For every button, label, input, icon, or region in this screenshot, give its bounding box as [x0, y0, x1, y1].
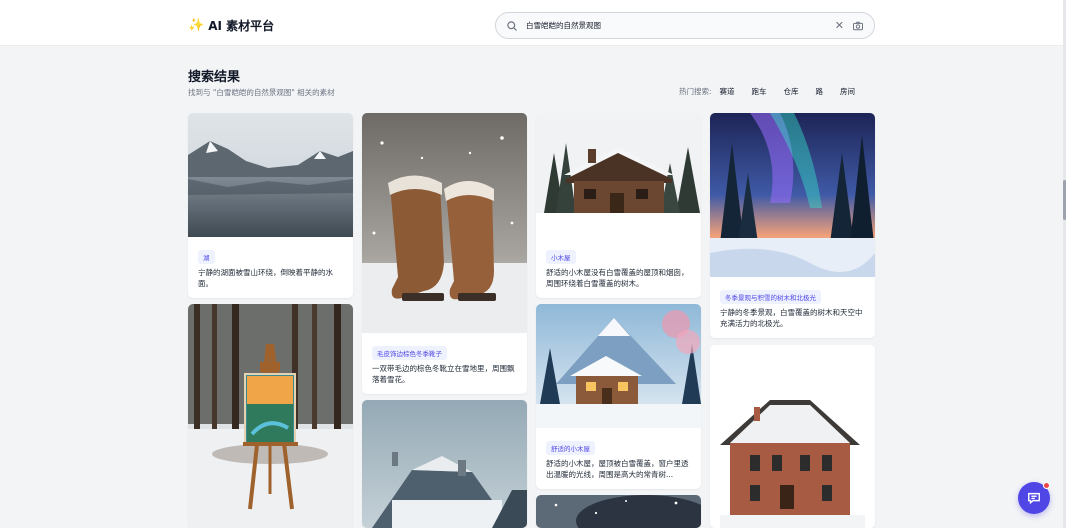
hot-tag[interactable]: 仓库 [784, 86, 799, 97]
card-tag[interactable]: 冬季景观与积雪的树木和北极光 [720, 290, 821, 304]
camera-icon[interactable] [852, 20, 864, 32]
card-description: 舒适的小木屋没有白雪覆盖的屋顶和烟囱，周围环绕着白雪覆盖的树木。 [546, 268, 689, 288]
result-card[interactable] [188, 304, 353, 528]
result-card[interactable] [536, 495, 701, 528]
card-tag[interactable]: 毛皮饰边棕色冬季靴子 [372, 346, 447, 360]
sparkles-icon: ✨ [188, 18, 205, 33]
white-house-image[interactable] [362, 400, 527, 528]
top-header: ✨ AI 素材平台 白雪皑皑的自然景观图 ✕ [0, 0, 1066, 46]
card-description: 一双带毛边的棕色冬靴立在雪地里，周围飘落着雪花。 [372, 364, 515, 384]
hot-tag[interactable]: 路 [816, 86, 824, 97]
hot-tag[interactable]: 跑车 [752, 86, 767, 97]
result-card[interactable]: 冬季景观与积雪的树木和北极光 宁静的冬季景观，白雪覆盖的树木和天空中充满活力的北… [710, 113, 875, 338]
snowy-cabin-image[interactable] [536, 304, 701, 428]
aurora-landscape-image[interactable] [710, 113, 875, 277]
app-logo[interactable]: ✨ AI 素材平台 [188, 17, 274, 34]
result-card[interactable]: 小木屋 舒适的小木屋没有白雪覆盖的屋顶和烟囱，周围环绕着白雪覆盖的树木。 [536, 113, 701, 298]
card-description: 舒适的小木屋，屋顶被白雪覆盖，窗户里透出温暖的光线，周围是高大的常青树... [546, 459, 689, 479]
card-description: 宁静的冬季景观，白雪覆盖的树木和天空中充满活力的北极光。 [720, 308, 863, 328]
card-tag[interactable]: 小木屋 [546, 250, 576, 264]
hot-searches-label: 热门搜索: [679, 87, 712, 96]
notification-dot [1043, 482, 1050, 489]
search-input[interactable]: 白雪皑皑的自然景观图 [526, 20, 835, 31]
hot-searches: 热门搜索: 赛道 跑车 仓库 路 房间 [679, 86, 855, 97]
result-card[interactable]: 湖 宁静的湖面被雪山环绕，倒映着平静的水面。 [188, 113, 353, 298]
result-card[interactable] [362, 400, 527, 528]
brick-house-image[interactable] [710, 345, 875, 528]
search-icon [507, 20, 517, 31]
log-cabin-image[interactable] [536, 113, 701, 237]
result-card[interactable]: 舒适的小木屋 舒适的小木屋，屋顶被白雪覆盖，窗户里透出温暖的光线，周围是高大的常… [536, 304, 701, 489]
result-card[interactable]: 毛皮饰边棕色冬季靴子 一双带毛边的棕色冬靴立在雪地里，周围飘落着雪花。 [362, 113, 527, 394]
lake-image[interactable] [188, 113, 353, 237]
card-description: 宁静的湖面被雪山环绕，倒映着平静的水面。 [198, 268, 333, 288]
card-tag[interactable]: 湖 [198, 250, 215, 264]
easel-painting-image[interactable] [188, 304, 353, 528]
page-title: 搜索结果 [188, 70, 241, 85]
dark-snow-image[interactable] [536, 495, 701, 528]
results-subtitle: 找到与 "白雪皑皑的自然景观图" 相关的素材 [188, 88, 335, 97]
hot-tag[interactable]: 赛道 [720, 86, 735, 97]
card-tag[interactable]: 舒适的小木屋 [546, 441, 595, 455]
close-icon[interactable]: ✕ [835, 20, 844, 31]
chat-icon [1028, 492, 1040, 505]
hot-tag[interactable]: 房间 [840, 86, 855, 97]
result-card[interactable] [710, 345, 875, 528]
search-bar[interactable]: 白雪皑皑的自然景观图 ✕ [495, 12, 875, 39]
app-title: AI 素材平台 [208, 19, 275, 33]
winter-boots-image[interactable] [362, 113, 527, 333]
